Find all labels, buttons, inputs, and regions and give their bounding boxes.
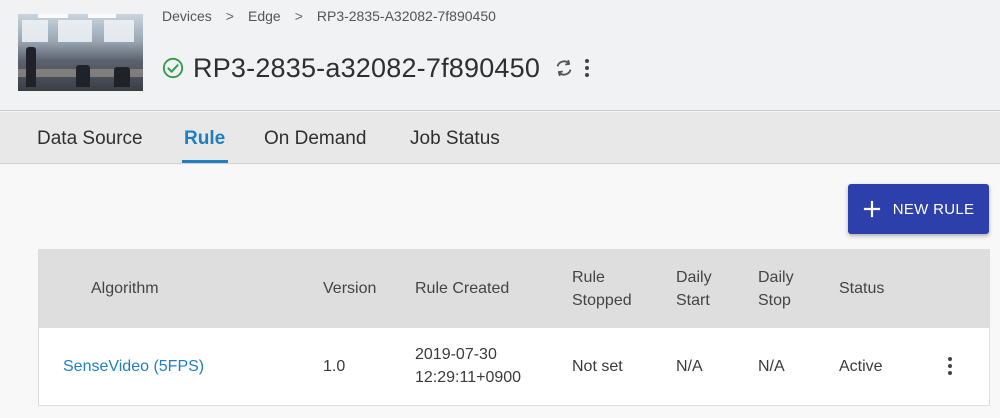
breadcrumb-edge[interactable]: Edge [248,8,281,24]
thumbnail-ceiling-light [38,14,68,18]
thumbnail-ceiling-light [88,14,116,18]
breadcrumb-separator: > [225,8,234,24]
breadcrumb-separator: > [294,8,303,24]
cell-daily-start: N/A [676,358,703,375]
new-rule-button[interactable]: NEW RULE [848,184,989,234]
header-rule-stopped-line1[interactable]: Rule [572,266,605,289]
tab-bar: Data Source Rule On Demand Job Status [0,112,1000,164]
thumbnail-window [104,20,134,42]
tab-rule[interactable]: Rule [184,128,225,150]
refresh-icon[interactable] [554,58,574,78]
breadcrumb-devices[interactable]: Devices [162,8,212,24]
header-daily-start-line2[interactable]: Start [676,289,710,312]
cell-status: Active [839,358,883,375]
cell-daily-stop: N/A [758,358,785,375]
rules-table: Algorithm Version Rule Created Rule Stop… [38,249,990,406]
cell-rule-stopped: Not set [572,358,623,375]
header-rule-created[interactable]: Rule Created [415,277,509,300]
row-more-menu-icon[interactable] [947,357,953,375]
thumbnail-chair [114,67,130,87]
device-header: Devices > Edge > RP3-2835-A32082-7f89045… [0,0,1000,111]
header-algorithm[interactable]: Algorithm [91,277,159,300]
cell-algorithm-link[interactable]: SenseVideo (5FPS) [63,355,204,378]
device-camera-thumbnail[interactable] [18,14,143,91]
check-circle-icon [162,57,184,79]
table-header: Algorithm Version Rule Created Rule Stop… [39,250,989,328]
device-title-row: RP3-2835-a32082-7f890450 [162,52,590,84]
device-more-menu-icon[interactable] [584,59,590,77]
thumbnail-chair [76,65,90,87]
new-rule-label: NEW RULE [892,200,975,218]
header-daily-stop-line2[interactable]: Stop [758,289,791,312]
header-version[interactable]: Version [323,277,376,300]
cell-rule-created-date: 2019-07-30 [415,346,497,363]
tab-data-source[interactable]: Data Source [37,128,143,150]
breadcrumb-current-device: RP3-2835-A32082-7f890450 [316,8,496,24]
page-title: RP3-2835-a32082-7f890450 [193,52,541,83]
header-rule-stopped-line2[interactable]: Stopped [572,289,632,312]
header-daily-start-line1[interactable]: Daily [676,266,712,289]
breadcrumb: Devices > Edge > RP3-2835-A32082-7f89045… [162,8,496,24]
thumbnail-window [22,20,48,42]
header-status[interactable]: Status [839,277,884,300]
active-tab-indicator [182,160,228,163]
tab-job-status[interactable]: Job Status [410,128,500,150]
plus-icon [863,200,880,218]
tab-on-demand[interactable]: On Demand [264,128,366,150]
thumbnail-window [58,20,92,42]
cell-rule-created-time: 12:29:11+0900 [415,369,522,386]
header-daily-stop-line1[interactable]: Daily [758,266,794,289]
cell-version: 1.0 [323,358,346,375]
thumbnail-person [26,47,36,87]
